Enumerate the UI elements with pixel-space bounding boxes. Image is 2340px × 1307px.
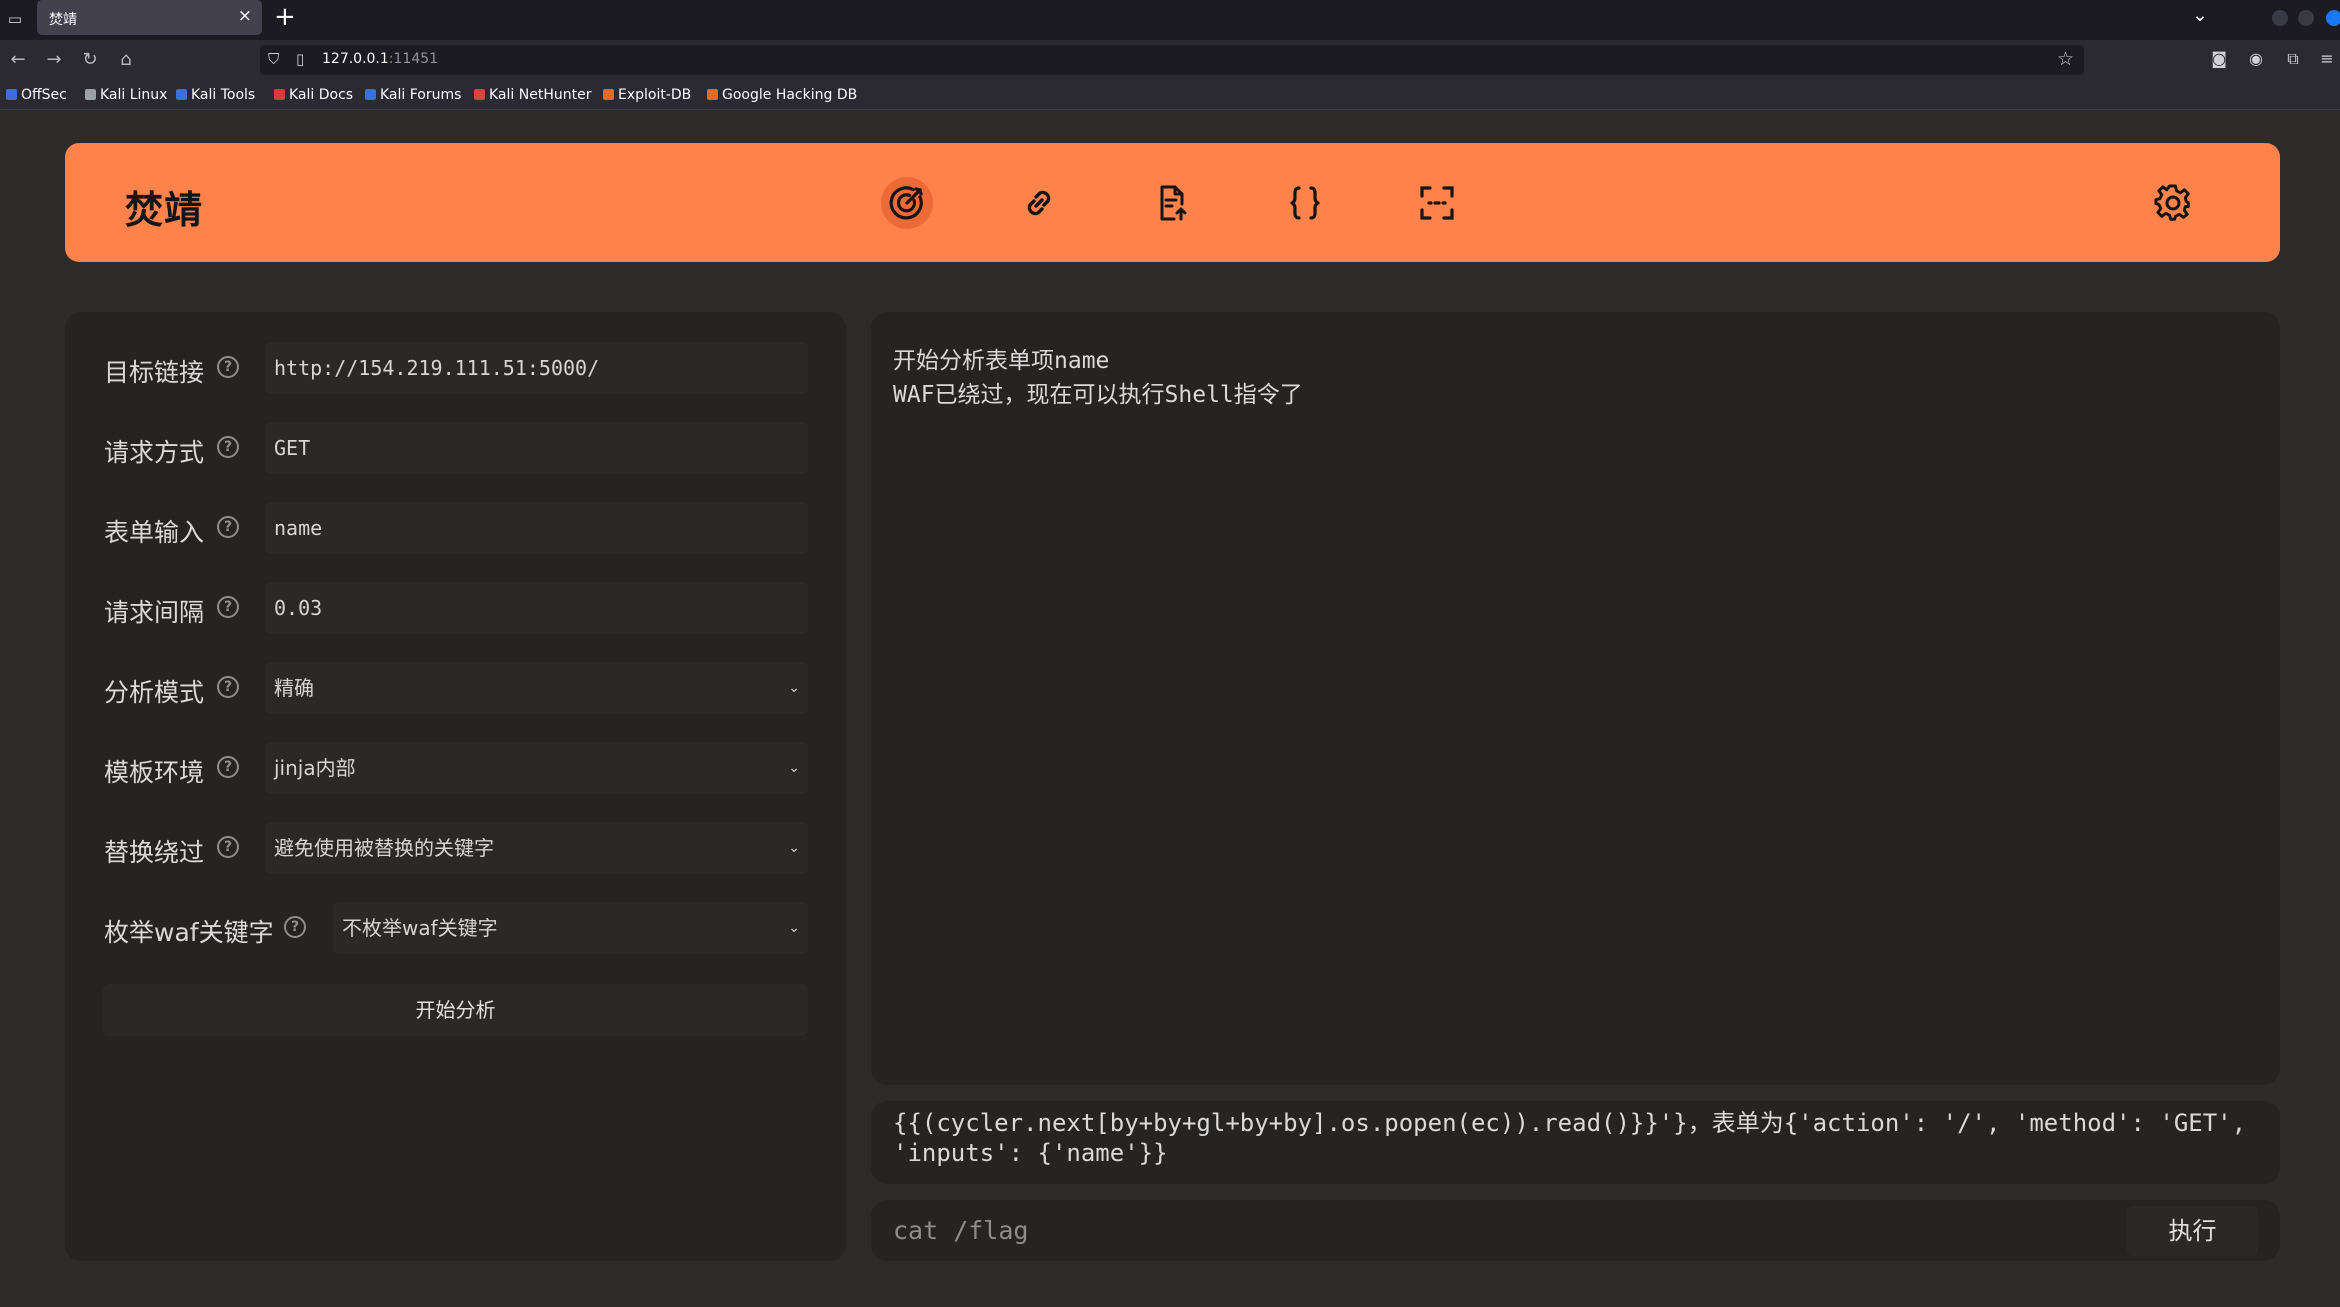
replace-bypass-value: 避免使用被替换的关键字 [274,836,494,860]
template-env-select[interactable]: jinja内部 ⌄ [265,742,808,794]
app-brand: 焚靖 [125,188,204,232]
menu-icon[interactable]: ≡ [2316,48,2338,70]
output-console: 开始分析表单项name WAF已绕过，现在可以执行Shell指令了 [871,312,2280,1085]
bookmark-exploit-db[interactable]: Exploit-DB [603,87,691,103]
method-input[interactable] [265,422,808,474]
command-bar: 执行 [871,1200,2280,1261]
template-env-value: jinja内部 [274,756,356,780]
back-arrow-icon[interactable]: ← [6,48,30,72]
help-icon[interactable]: ? [217,836,239,858]
analysis-mode-label: 分析模式 [104,678,205,707]
bookmark-kali-forums[interactable]: Kali Forums [365,87,461,103]
help-icon[interactable]: ? [217,436,239,458]
browser-tab-active[interactable]: 焚靖 × [37,0,262,35]
window-close-button[interactable] [2326,10,2340,26]
url-host: 127.0.0.1 [322,51,389,67]
url-port: :11451 [388,51,439,67]
enum-waf-value: 不枚举waf关键字 [342,916,498,940]
help-icon[interactable]: ? [284,916,306,938]
bookmark-favicon-icon [176,89,187,100]
config-panel: 目标链接 ? 请求方式 ? 表单输入 ? 请求间隔 ? 分析模式 ? 精确 ⌄ … [65,312,846,1261]
crack-target-icon[interactable] [881,177,933,229]
enum-waf-label: 枚举waf关键字 [104,918,274,947]
command-input[interactable] [893,1204,2121,1257]
enum-waf-select[interactable]: 不枚举waf关键字 ⌄ [333,902,808,954]
payload-display: {{(cycler.next[by+by+gl+by+by].os.popen(… [871,1101,2280,1184]
extensions-icon[interactable]: ⧉ [2282,48,2304,70]
forward-arrow-icon[interactable]: → [42,48,66,72]
tab-close-icon[interactable]: × [238,6,252,26]
tab-title: 焚靖 [49,12,77,28]
start-analysis-button[interactable]: 开始分析 [103,984,808,1036]
help-icon[interactable]: ? [217,676,239,698]
page-icon[interactable]: ▯ [296,50,304,68]
output-line: WAF已绕过，现在可以执行Shell指令了 [893,382,1303,408]
bookmark-favicon-icon [6,89,17,100]
template-env-label: 模板环境 [104,758,205,787]
bookmark-offsec[interactable]: OffSec [6,87,67,103]
bookmark-kali-linux[interactable]: Kali Linux [85,87,167,103]
home-icon[interactable]: ⌂ [114,48,138,72]
bookmark-google-hacking-db[interactable]: Google Hacking DB [707,87,857,103]
bookmark-favicon-icon [85,89,96,100]
new-tab-button[interactable]: + [274,3,296,31]
url-bar[interactable]: ⛉ ▯ 127.0.0.1:11451 ☆ [260,45,2084,75]
chevron-down-icon: ⌄ [788,680,800,696]
analysis-mode-select[interactable]: 精确 ⌄ [265,662,808,714]
help-icon[interactable]: ? [217,596,239,618]
scan-icon[interactable] [1411,177,1463,229]
app-root: 焚靖 目标链接 ? http://154.219.111.51:5000/ 请求… [0,110,2340,1307]
chevron-down-icon: ⌄ [788,760,800,776]
method-label: 请求方式 [104,438,205,467]
analysis-mode-value: 精确 [274,676,314,700]
help-icon[interactable]: ? [217,756,239,778]
gear-icon[interactable] [2147,177,2199,229]
replace-bypass-label: 替换绕过 [104,838,205,867]
bookmark-favicon-icon [474,89,485,100]
window-minimize-button[interactable] [2272,10,2288,26]
bookmarks-bar: OffSec Kali Linux Kali Tools Kali Docs K… [0,80,2340,110]
chevron-down-icon[interactable]: ⌄ [2192,4,2208,26]
bookmark-kali-nethunter[interactable]: Kali NetHunter [474,87,591,103]
reload-icon[interactable]: ↻ [78,48,102,72]
browser-tab-bar: ▭ 焚靖 × + ⌄ [0,0,2340,40]
app-header: 焚靖 [65,143,2280,262]
bookmark-favicon-icon [274,89,285,100]
braces-icon[interactable] [1279,177,1331,229]
shield-icon[interactable]: ⛉ [268,50,279,68]
link-icon[interactable] [1013,177,1065,229]
window-maximize-button[interactable] [2298,10,2314,26]
chevron-down-icon: ⌄ [788,840,800,856]
bookmark-favicon-icon [603,89,614,100]
target-url-label: 目标链接 [104,358,205,387]
bookmark-kali-docs[interactable]: Kali Docs [274,87,353,103]
form-input-field[interactable] [265,502,808,554]
account-icon[interactable]: ◉ [2245,48,2267,70]
execute-button[interactable]: 执行 [2127,1206,2258,1256]
document-upload-icon[interactable] [1146,177,1198,229]
chevron-down-icon: ⌄ [788,920,800,936]
tab-list-icon[interactable]: ▭ [4,8,26,30]
bookmark-kali-tools[interactable]: Kali Tools [176,87,255,103]
help-icon[interactable]: ? [217,516,239,538]
bookmark-favicon-icon [707,89,718,100]
interval-label: 请求间隔 [104,598,205,627]
interval-input[interactable] [265,582,808,634]
url-text[interactable]: 127.0.0.1:11451 [322,51,438,67]
target-url-input[interactable] [265,342,808,394]
bookmark-favicon-icon [365,89,376,100]
bookmark-star-icon[interactable]: ☆ [2057,48,2074,70]
help-icon[interactable]: ? [217,356,239,378]
pocket-icon[interactable]: ◙ [2208,48,2230,70]
form-input-label: 表单输入 [104,518,205,547]
output-line: 开始分析表单项name [893,348,1110,374]
replace-bypass-select[interactable]: 避免使用被替换的关键字 ⌄ [265,822,808,874]
